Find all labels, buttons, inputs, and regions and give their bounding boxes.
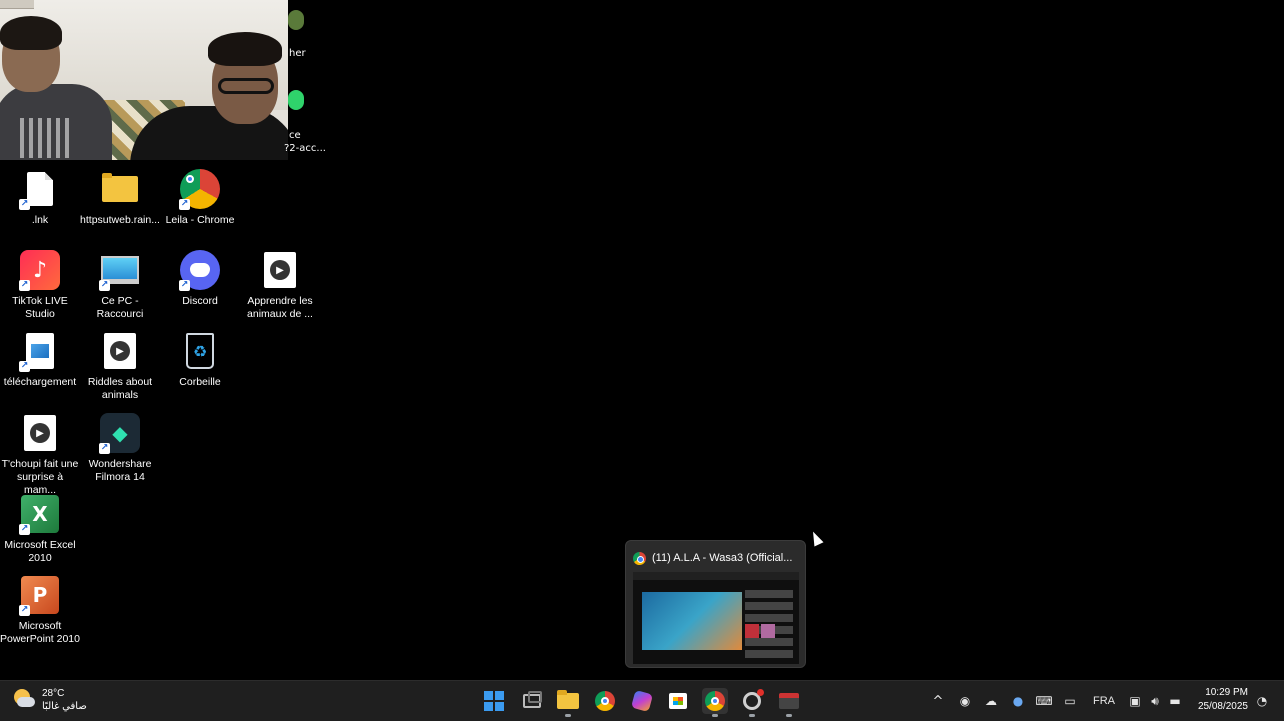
clock[interactable]: 10:29 PM 25/08/2025 [1198, 686, 1248, 714]
camera-icon[interactable]: ◉ [954, 681, 976, 721]
folder-icon [102, 173, 138, 202]
desktop-icon-tiktok-live-studio[interactable]: ♪ ↗ TikTok LIVE Studio [0, 249, 80, 321]
shortcut-arrow-icon: ↗ [19, 524, 30, 535]
preview-video-frame [642, 592, 742, 650]
recycle-bin-icon: ♻ [186, 333, 214, 369]
chrome-taskbar-button[interactable] [592, 688, 618, 714]
partial-label-mid1: ce [289, 130, 301, 141]
notification-bell-icon[interactable]: ◔ [1252, 681, 1272, 721]
gear-icon [743, 689, 764, 710]
weather-icon [14, 689, 36, 711]
desktop-icon-telechargement[interactable]: ↗ téléchargement [0, 330, 80, 389]
desktop-icon-ce-pc[interactable]: ↗ Ce PC - Raccourci [80, 249, 160, 321]
chrome-icon [705, 691, 725, 711]
windows-logo-icon [484, 691, 504, 711]
preview-screen[interactable] [633, 572, 799, 664]
desktop-icon-lnk[interactable]: ↗ .lnk [0, 168, 80, 227]
keyboard-icon[interactable]: ⌨ [1033, 681, 1055, 721]
store-icon [669, 693, 687, 709]
preview-title: (11) A.L.A - Wasa3 (Official... [652, 552, 793, 564]
chrome-window-preview[interactable]: (11) A.L.A - Wasa3 (Official... [625, 540, 806, 668]
settings-button[interactable] [739, 688, 765, 717]
partial-icon-top[interactable] [288, 10, 304, 30]
desktop-icon-apprendre-animaux[interactable]: ▶ Apprendre les animaux de ... [240, 249, 320, 321]
video-app-icon [779, 693, 799, 709]
file-explorer-button[interactable] [555, 688, 581, 717]
task-view-icon [523, 691, 542, 708]
microphone-icon[interactable]: ● [1007, 681, 1029, 721]
webcam-overlay [0, 0, 288, 160]
desktop-icon-discord[interactable]: ↗ Discord [160, 249, 240, 308]
task-view-button[interactable] [519, 688, 545, 714]
image-file-icon [26, 333, 54, 369]
video-file-icon: ▶ [104, 333, 136, 369]
battery-icon[interactable]: ▬ [1165, 681, 1185, 721]
tray-expand-button[interactable]: ^ [928, 681, 948, 721]
shortcut-arrow-icon: ↗ [179, 280, 190, 291]
mouse-cursor-icon [808, 529, 824, 547]
store-button[interactable] [665, 688, 691, 714]
taskbar: 28°C صافي غالبًا ^ ◉ ☁ ● ⌨ ▭ FRA ▣ 🔊︎ ▬ … [0, 680, 1284, 721]
desktop-icon-httpsutweb[interactable]: httpsutweb.rain... [80, 168, 160, 227]
weather-widget[interactable]: 28°C صافي غالبًا [14, 687, 87, 713]
copilot-button[interactable] [629, 688, 655, 714]
shortcut-arrow-icon: ↗ [19, 605, 30, 616]
webcam-person-left-shirt-print [20, 118, 70, 158]
desktop-icon-filmora[interactable]: ◆ ↗ Wondershare Filmora 14 [80, 412, 160, 484]
cloud-offline-icon[interactable]: ☁ [980, 681, 1002, 721]
partial-label-mid2: ?2-acc... [284, 143, 326, 154]
chrome-icon [595, 691, 615, 711]
shortcut-arrow-icon: ↗ [179, 199, 190, 210]
video-file-icon: ▶ [24, 415, 56, 451]
desktop-icon-corbeille[interactable]: ♻ Corbeille [160, 330, 240, 389]
preview-thumb-pink [761, 624, 775, 638]
language-indicator[interactable]: FRA [1088, 681, 1120, 721]
shortcut-arrow-icon: ↗ [99, 280, 110, 291]
partial-label-top: her [289, 48, 306, 59]
preview-thumb-red [745, 624, 759, 638]
volume-icon[interactable]: 🔊︎ [1145, 681, 1165, 721]
desktop-icon-leila-chrome[interactable]: ↗ Leila - Chrome [160, 168, 240, 227]
start-button[interactable] [481, 688, 507, 714]
video-file-icon: ▶ [264, 252, 296, 288]
desktop-icon-excel[interactable]: X ↗ Microsoft Excel 2010 [0, 493, 80, 565]
chrome-icon [633, 552, 646, 565]
webcam-person-left-hair [0, 16, 62, 50]
desktop-icon-riddles-animals[interactable]: ▶ Riddles about animals [80, 330, 160, 402]
preview-browser-bar [633, 572, 799, 580]
shortcut-arrow-icon: ↗ [99, 443, 110, 454]
desktop-icon-tchoupi[interactable]: ▶ T'choupi fait une surprise à mam... [0, 412, 80, 497]
webcam-person-right-hair [208, 32, 282, 66]
touch-keyboard-icon[interactable]: ▭ [1059, 681, 1081, 721]
file-icon [27, 172, 53, 206]
copilot-icon [630, 689, 654, 713]
clock-date: 25/08/2025 [1197, 701, 1248, 712]
media-app-button[interactable] [776, 688, 802, 717]
shortcut-arrow-icon: ↗ [19, 280, 30, 291]
clock-time: 10:29 PM [1205, 687, 1248, 698]
chrome-profile-button[interactable] [702, 688, 728, 717]
network-icon[interactable]: ▣ [1124, 681, 1146, 721]
webcam-person-right-glasses [218, 78, 274, 94]
folder-icon [557, 690, 579, 709]
weather-desc: صافي غالبًا [42, 701, 87, 712]
partial-icon-mid[interactable] [288, 90, 304, 110]
webcam-shelf [0, 0, 34, 9]
weather-temp: 28°C [42, 688, 65, 699]
shortcut-arrow-icon: ↗ [19, 199, 30, 210]
desktop-icon-powerpoint[interactable]: P ↗ Microsoft PowerPoint 2010 [0, 574, 80, 646]
shortcut-arrow-icon: ↗ [19, 361, 30, 372]
